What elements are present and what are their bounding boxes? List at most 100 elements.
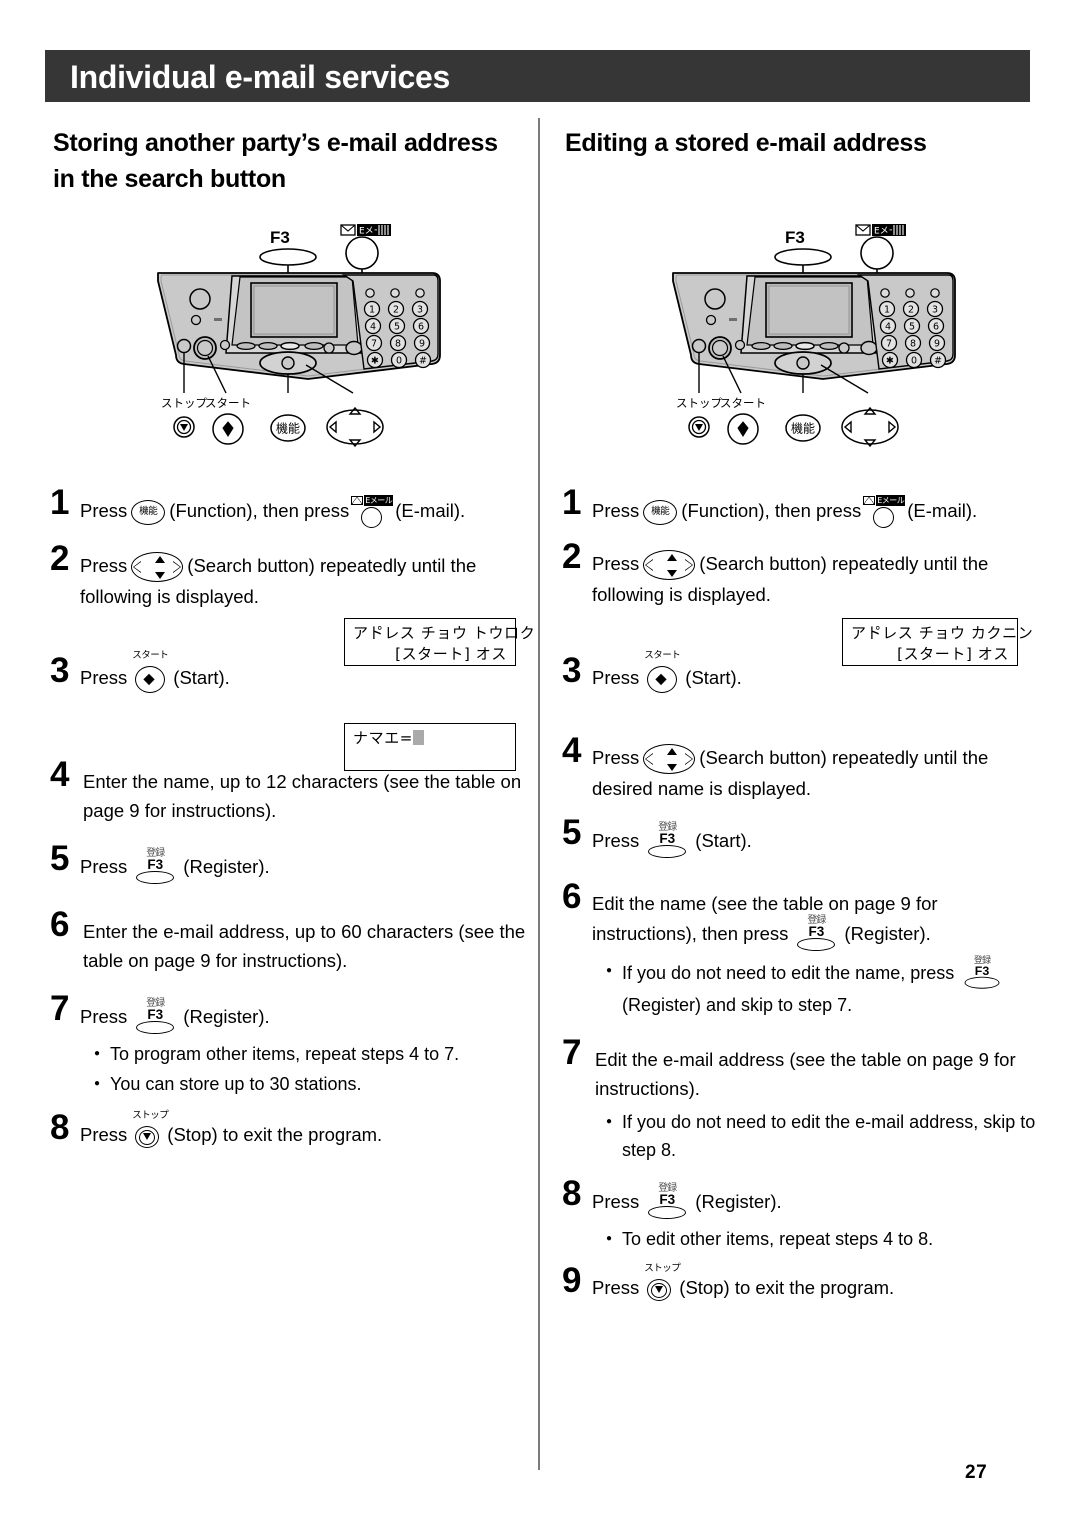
step-text: Press (Search button) repeatedly until t… xyxy=(80,551,530,611)
step-number: 6 xyxy=(562,877,582,917)
svg-text:9: 9 xyxy=(934,339,940,350)
page-title: Individual e-mail services xyxy=(70,59,450,95)
step-item: 4 Press (Search button) repeatedly until… xyxy=(562,733,1040,803)
envelope-icon xyxy=(351,496,364,505)
fax-control-panel-svg: Eメール 1 2 3 4 5 6 7 8 9 ✱ 0 # ストップ スタート 機… xyxy=(157,224,441,448)
f3-register-button-icon[interactable]: 登録 F3 xyxy=(132,848,178,885)
function-button-icon[interactable]: 機能 xyxy=(131,499,166,525)
step-text: Press 登録 F3 (Register). xyxy=(592,1183,1040,1220)
svg-text:スタート: スタート xyxy=(205,396,251,410)
step-text-pre: Press xyxy=(80,1124,128,1146)
step-text-pre: Press xyxy=(80,856,128,878)
f3-register-button-icon[interactable]: 登録 F3 xyxy=(644,822,690,859)
step-bullets: To program other items, repeat steps 4 t… xyxy=(94,1040,530,1098)
step-item: 5 Press 登録 F3 (Register). xyxy=(50,841,530,885)
svg-text:4: 4 xyxy=(885,322,891,333)
step-bullets: To edit other items, repeat steps 4 to 8… xyxy=(606,1225,1040,1253)
svg-text:9: 9 xyxy=(419,339,425,350)
envelope-icon xyxy=(863,496,876,505)
step-text: Press 登録 F3 (Start). xyxy=(592,822,1040,859)
step-item: 3 Press スタート (Start). xyxy=(562,650,1040,695)
step-text: Press 登録 F3 (Register). xyxy=(80,998,530,1035)
svg-text:6: 6 xyxy=(933,322,939,333)
step-text-mid: (Function), then press xyxy=(169,499,350,521)
f3-register-button-icon[interactable]: 登録 F3 xyxy=(793,915,839,952)
svg-text:✱: ✱ xyxy=(371,356,379,367)
start-button-icon[interactable]: スタート xyxy=(132,650,169,695)
function-button-icon[interactable]: 機能 xyxy=(643,499,678,525)
step-item: 5 Press 登録 F3 (Start). xyxy=(562,815,1040,859)
step-number: 2 xyxy=(562,537,582,576)
step-text-mid: (Stop) to exit the program. xyxy=(679,1277,895,1299)
step-item: 6 Enter the e-mail address, up to 60 cha… xyxy=(50,907,530,975)
step-text: Press スタート (Start). xyxy=(592,650,1040,695)
step-number: 1 xyxy=(562,483,582,522)
svg-text:2: 2 xyxy=(393,305,399,316)
search-navigation-button-icon[interactable] xyxy=(643,550,696,581)
step-text-pre: Press xyxy=(592,1277,640,1299)
svg-text:0: 0 xyxy=(396,356,402,367)
svg-text:ストップ: ストップ xyxy=(161,396,207,410)
step-number: 9 xyxy=(562,1261,582,1301)
lcd-line-1: ナマエ= xyxy=(345,724,515,749)
step-text: Press (Search button) repeatedly until t… xyxy=(592,743,1040,803)
step-text: Press (Search button) repeatedly until t… xyxy=(592,549,1040,609)
step-text-pre: Press xyxy=(80,1006,128,1028)
lcd-display-name-entry: ナマエ= xyxy=(344,723,516,771)
start-button-icon[interactable]: スタート xyxy=(644,650,681,695)
svg-text:2: 2 xyxy=(908,305,914,316)
email-button-icon[interactable]: Eメール xyxy=(351,495,394,529)
f3-register-button-icon[interactable]: 登録 F3 xyxy=(961,956,1003,990)
f3-register-button-icon[interactable]: 登録 F3 xyxy=(132,998,178,1035)
step-number: 1 xyxy=(50,483,70,522)
step-number: 4 xyxy=(562,731,582,771)
manual-page: Individual e-mail services Storing anoth… xyxy=(0,0,1080,1526)
step-item: 1 Press 機能 (Function), then press Eメール (E-ma… xyxy=(50,485,530,529)
step-text-mid: (Register). xyxy=(183,1006,270,1028)
bullet-item: If you do not need to edit the e-mail ad… xyxy=(606,1108,1040,1164)
callout-f3-label: F3 xyxy=(270,228,290,247)
svg-text:✱: ✱ xyxy=(886,356,894,367)
step-text-mid: (Start). xyxy=(695,830,752,852)
text-cursor xyxy=(412,730,424,745)
svg-text:5: 5 xyxy=(909,322,915,333)
control-panel-illustration-left: Eメール 1 2 3 4 5 6 7 8 9 ✱ 0 # ストップ スタート 機… xyxy=(148,215,518,455)
step-text-pre: Press xyxy=(592,553,640,574)
step-bullets: If you do not need to edit the name, pre… xyxy=(606,956,1040,1019)
svg-text:3: 3 xyxy=(417,305,423,316)
stop-button-icon[interactable]: ストップ xyxy=(132,1110,169,1150)
search-navigation-button-icon[interactable] xyxy=(643,744,696,775)
step-text: Press スタート (Start). xyxy=(80,650,530,695)
svg-text:8: 8 xyxy=(395,339,401,350)
email-button-icon[interactable]: Eメール xyxy=(863,495,906,529)
search-navigation-button-icon[interactable] xyxy=(131,552,184,583)
step-text-pre: Press xyxy=(80,555,128,576)
svg-text:1: 1 xyxy=(369,305,375,316)
step-item: 2 Press (Search button) repeatedly until… xyxy=(562,539,1040,609)
svg-text:#: # xyxy=(419,356,427,367)
lcd-line-2: [スタート] オス xyxy=(897,645,1009,663)
step-item: 4 Enter the name, up to 12 characters (s… xyxy=(50,757,530,825)
step-item: 2 Press (Search button) repeatedly until… xyxy=(50,541,530,611)
step-text: Press ストップ (Stop) to exit the program. xyxy=(80,1110,530,1150)
step-text-pre: Press xyxy=(592,499,640,521)
step-text-pre: Press xyxy=(592,1191,640,1213)
step-item: 8 Press登録F3(Register). To edit other ite… xyxy=(562,1176,1040,1253)
step-text-pre: Press xyxy=(592,667,640,689)
step-text-pre: Press xyxy=(80,499,128,521)
step-text: Edit the name (see the table on page 9 f… xyxy=(592,889,1040,952)
lcd-line-1: アト゚レス チョウ トウロク xyxy=(353,624,536,642)
svg-text:3: 3 xyxy=(932,305,938,316)
step-item: 6 Edit the name (see the table on page 9… xyxy=(562,879,1040,1019)
svg-text:5: 5 xyxy=(394,322,400,333)
svg-text:6: 6 xyxy=(418,322,424,333)
stop-button-icon[interactable]: ストップ xyxy=(644,1263,681,1303)
step-item: 8 Press ストップ (Stop) to exit the program. xyxy=(50,1110,530,1150)
svg-text:8: 8 xyxy=(910,339,916,350)
procedure-list-left: 1 Press 機能 (Function), then press Eメール (E-ma… xyxy=(50,485,530,1163)
step-number: 5 xyxy=(50,839,70,879)
f3-register-button-icon[interactable]: 登録 F3 xyxy=(644,1183,690,1220)
arrow-down-icon xyxy=(666,569,677,577)
svg-text:スタート: スタート xyxy=(720,396,766,410)
step-number: 7 xyxy=(562,1033,582,1073)
